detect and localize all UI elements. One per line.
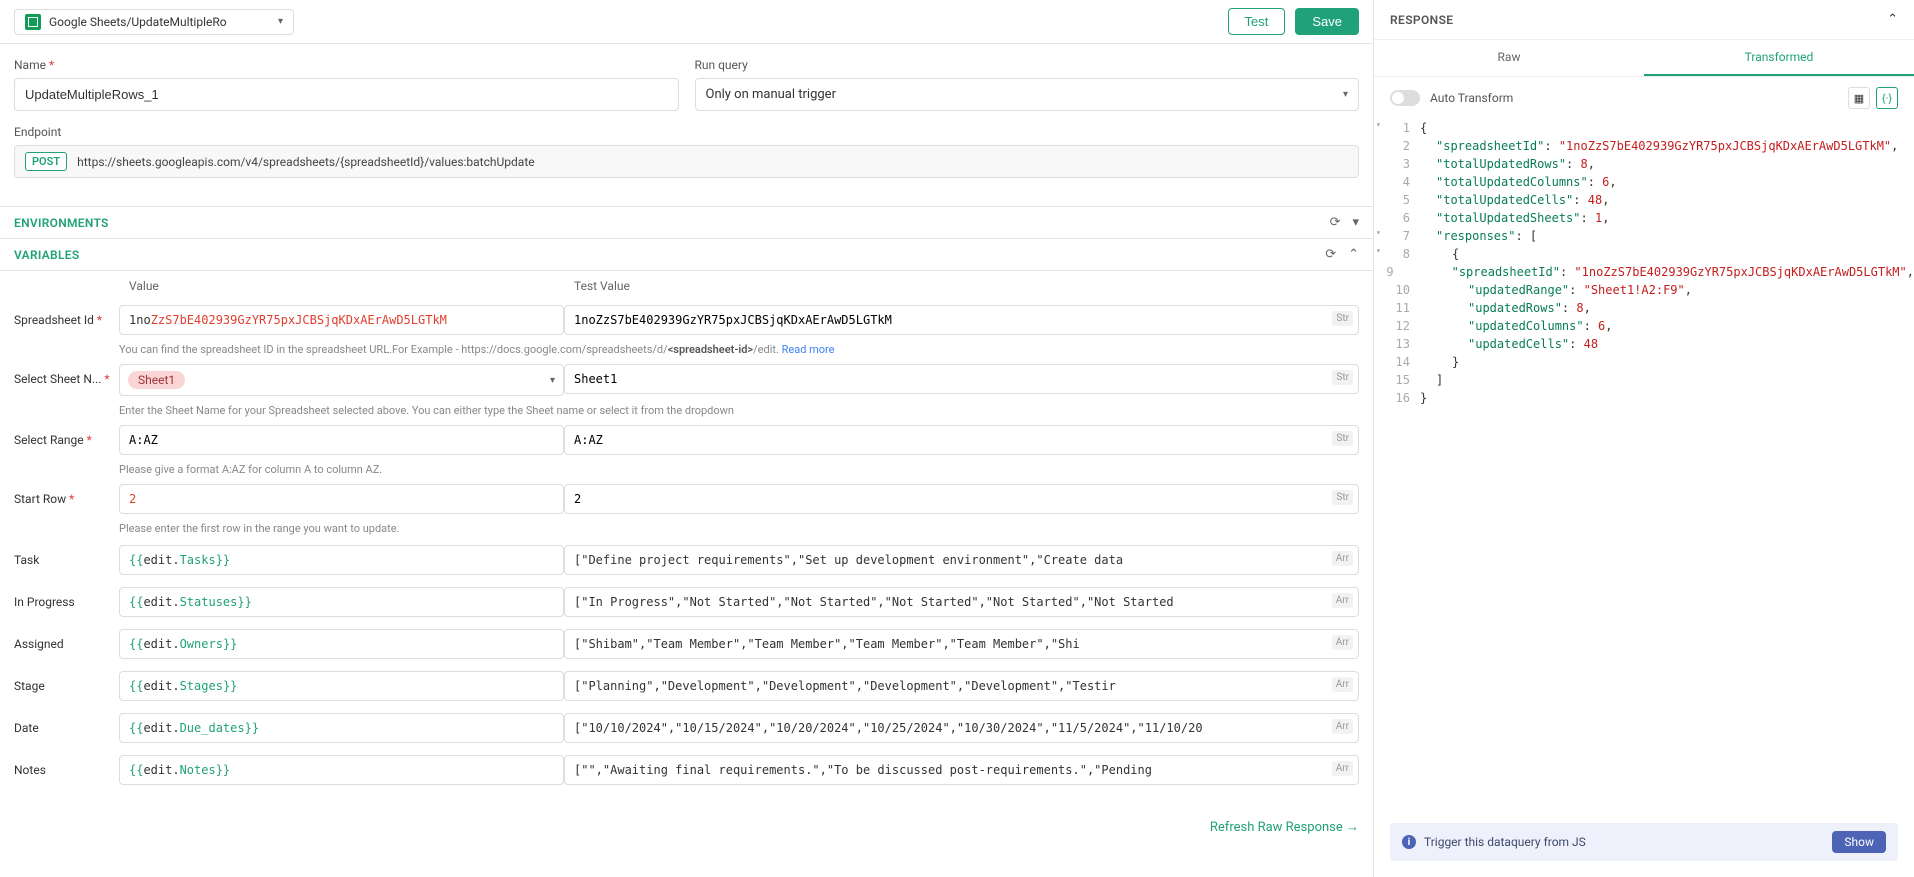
type-tag: Arr <box>1332 593 1353 608</box>
var-sheet-select[interactable]: Sheet1 ▾ <box>119 364 564 396</box>
query-selector[interactable]: Google Sheets/UpdateMultipleRo ▾ <box>14 9 294 35</box>
chevron-down-icon: ▾ <box>1343 89 1348 100</box>
var-range-label: Select Range * <box>14 425 119 447</box>
var-task-value[interactable]: {{edit.Tasks}} <box>119 545 564 575</box>
save-button[interactable]: Save <box>1295 8 1359 35</box>
var-sheet-label: Select Sheet N... * <box>14 364 119 386</box>
variables-title: VARIABLES <box>14 248 79 262</box>
trigger-bar: i Trigger this dataquery from JS Show <box>1390 823 1898 861</box>
run-query-value: Only on manual trigger <box>706 87 836 102</box>
auto-transform-toggle[interactable] <box>1390 90 1420 106</box>
name-input[interactable] <box>14 78 679 111</box>
read-more-link[interactable]: Read more <box>782 343 835 356</box>
var-startrow-value[interactable]: 2 <box>119 484 564 514</box>
chevron-down-icon: ▾ <box>278 16 283 27</box>
var-stage-value[interactable]: {{edit.Stages}} <box>119 671 564 701</box>
sheet-chip: Sheet1 <box>128 371 185 389</box>
col-value-header: Value <box>119 279 564 293</box>
chevron-up-icon[interactable]: ⌃ <box>1887 12 1898 27</box>
run-query-select[interactable]: Only on manual trigger ▾ <box>695 78 1360 111</box>
type-tag: Arr <box>1332 551 1353 566</box>
tab-raw[interactable]: Raw <box>1374 40 1644 76</box>
var-notes-value[interactable]: {{edit.Notes}} <box>119 755 564 785</box>
type-tag: Arr <box>1332 677 1353 692</box>
var-spreadsheet-value[interactable]: 1noZzS7bE402939GzYR75pxJCBSjqKDxAErAwD5L… <box>119 305 564 335</box>
response-title: RESPONSE <box>1390 13 1453 27</box>
var-notes-label: Notes <box>14 755 119 777</box>
selector-text: Google Sheets/UpdateMultipleRo <box>49 15 270 29</box>
endpoint-label: Endpoint <box>14 125 1359 139</box>
name-label: Name * <box>14 58 679 72</box>
endpoint-box: POST https://sheets.googleapis.com/v4/sp… <box>14 145 1359 178</box>
chevron-down-icon[interactable]: ▾ <box>1352 215 1359 230</box>
type-tag: Arr <box>1332 761 1353 776</box>
var-range-value[interactable] <box>119 425 564 455</box>
var-notes-test[interactable]: ["","Awaiting final requirements.","To b… <box>564 755 1359 785</box>
var-assigned-label: Assigned <box>14 629 119 651</box>
google-sheets-icon <box>25 14 41 30</box>
type-tag: Str <box>1332 490 1353 505</box>
var-task-test[interactable]: ["Define project requirements","Set up d… <box>564 545 1359 575</box>
var-spreadsheet-test[interactable] <box>564 305 1359 335</box>
sheet-help: Enter the Sheet Name for your Spreadshee… <box>14 404 1359 417</box>
var-date-value[interactable]: {{edit.Due_dates}} <box>119 713 564 743</box>
var-startrow-label: Start Row * <box>14 484 119 506</box>
type-tag: Str <box>1332 370 1353 385</box>
json-view-icon[interactable]: {·} <box>1876 87 1898 109</box>
range-help: Please give a format A:AZ for column A t… <box>14 463 1359 476</box>
var-date-label: Date <box>14 713 119 735</box>
show-button[interactable]: Show <box>1832 831 1886 853</box>
endpoint-url: https://sheets.googleapis.com/v4/spreads… <box>77 155 534 169</box>
type-tag: Str <box>1332 431 1353 446</box>
var-assigned-test[interactable]: ["Shibam","Team Member","Team Member","T… <box>564 629 1359 659</box>
test-button[interactable]: Test <box>1228 8 1286 35</box>
var-task-label: Task <box>14 545 119 567</box>
var-inprogress-label: In Progress <box>14 587 119 609</box>
var-range-test[interactable] <box>564 425 1359 455</box>
run-query-label: Run query <box>695 58 1360 72</box>
response-code[interactable]: 1▾{2"spreadsheetId": "1noZzS7bE402939GzY… <box>1374 119 1914 823</box>
trigger-text: Trigger this dataquery from JS <box>1424 835 1586 849</box>
refresh-icon[interactable]: ⟳ <box>1325 247 1336 262</box>
type-tag: Arr <box>1332 635 1353 650</box>
environments-title: ENVIRONMENTS <box>14 216 109 230</box>
var-assigned-value[interactable]: {{edit.Owners}} <box>119 629 564 659</box>
chevron-down-icon: ▾ <box>550 375 555 386</box>
type-tag: Arr <box>1332 719 1353 734</box>
auto-transform-label: Auto Transform <box>1430 91 1513 105</box>
var-date-test[interactable]: ["10/10/2024","10/15/2024","10/20/2024",… <box>564 713 1359 743</box>
config-panel: Google Sheets/UpdateMultipleRo ▾ Test Sa… <box>0 0 1374 877</box>
startrow-help: Please enter the first row in the range … <box>14 522 1359 535</box>
response-panel: RESPONSE ⌃ Raw Transformed Auto Transfor… <box>1374 0 1914 877</box>
var-startrow-test[interactable] <box>564 484 1359 514</box>
table-view-icon[interactable]: ▦ <box>1848 87 1870 109</box>
tab-transformed[interactable]: Transformed <box>1644 40 1914 76</box>
col-test-header: Test Value <box>564 279 1359 293</box>
var-inprogress-test[interactable]: ["In Progress","Not Started","Not Starte… <box>564 587 1359 617</box>
variables-header[interactable]: VARIABLES ⟳ ⌃ <box>0 239 1373 271</box>
var-spreadsheet-label: Spreadsheet Id * <box>14 305 119 327</box>
refresh-raw-link[interactable]: Refresh Raw Response → <box>1210 820 1359 835</box>
method-badge: POST <box>25 152 67 171</box>
var-sheet-test[interactable] <box>564 364 1359 394</box>
var-stage-test[interactable]: ["Planning","Development","Development",… <box>564 671 1359 701</box>
environments-header[interactable]: ENVIRONMENTS ⟳ ▾ <box>0 206 1373 239</box>
spreadsheet-help: You can find the spreadsheet ID in the s… <box>14 343 1359 356</box>
refresh-icon[interactable]: ⟳ <box>1330 215 1341 230</box>
var-stage-label: Stage <box>14 671 119 693</box>
info-icon: i <box>1402 835 1416 849</box>
var-inprogress-value[interactable]: {{edit.Statuses}} <box>119 587 564 617</box>
type-tag: Str <box>1332 311 1353 326</box>
top-bar: Google Sheets/UpdateMultipleRo ▾ Test Sa… <box>0 0 1373 44</box>
chevron-up-icon[interactable]: ⌃ <box>1348 247 1359 262</box>
